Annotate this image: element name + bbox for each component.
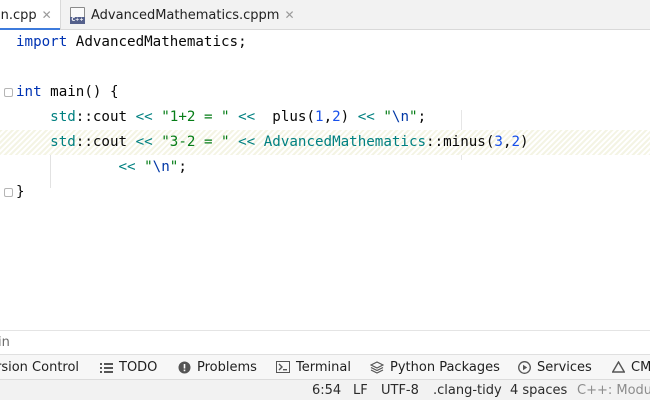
- status-bar: 6:54 LF UTF-8 .clang-tidy 4 spaces C++: …: [0, 379, 650, 400]
- scope-operator: ::: [75, 109, 93, 125]
- tab-main-cpp[interactable]: in.cpp ✕: [0, 0, 61, 31]
- paren: ): [340, 109, 350, 125]
- file-encoding[interactable]: UTF-8: [381, 380, 419, 400]
- code-line-3[interactable]: int main() {: [16, 80, 119, 105]
- close-icon[interactable]: ✕: [284, 8, 294, 22]
- tool-label: Python Packages: [390, 359, 500, 375]
- warning-icon: [612, 361, 625, 373]
- string-quote: ": [409, 109, 418, 125]
- keyword: import: [16, 34, 68, 50]
- namespace: std: [50, 134, 76, 150]
- file-icon-badge: C++: [70, 16, 85, 24]
- tool-label: Services: [537, 359, 592, 375]
- code-line-4[interactable]: std::cout << "1+2 = " << plus(1,2) << "\…: [16, 105, 426, 130]
- code-line-7[interactable]: }: [16, 180, 25, 205]
- code-text: AdvancedMathematics;: [67, 34, 247, 50]
- tool-problems[interactable]: Problems: [178, 355, 257, 379]
- operator: <<: [349, 109, 384, 125]
- function-call: plus(: [272, 109, 316, 125]
- code-editor[interactable]: import AdvancedMathematics; int main() {…: [0, 30, 650, 330]
- indent-setting[interactable]: 4 spaces: [510, 380, 567, 400]
- fold-icon[interactable]: [4, 88, 13, 97]
- line-separator[interactable]: LF: [353, 380, 368, 400]
- paren: ): [520, 134, 529, 150]
- tool-label: rsion Control: [0, 359, 80, 375]
- code-line-6[interactable]: << "\n";: [16, 155, 187, 180]
- terminal-icon: [276, 361, 290, 373]
- breadcrumb-item[interactable]: in: [0, 331, 10, 354]
- string-quote: ": [144, 159, 153, 175]
- list-icon: [100, 362, 113, 373]
- editor-tab-bar: in.cpp ✕ C++ AdvancedMathematics.cppm ✕: [0, 0, 650, 31]
- tool-services[interactable]: Services: [518, 355, 592, 379]
- identifier: cout: [92, 109, 128, 125]
- module-name: AdvancedMathematics: [263, 134, 427, 150]
- operator: <<: [229, 109, 273, 125]
- number-literal: 2: [332, 109, 341, 125]
- tool-version-control[interactable]: rsion Control: [0, 355, 79, 379]
- escape-sequence: \n: [152, 159, 170, 175]
- operator: <<: [229, 134, 264, 150]
- tab-label: in.cpp: [0, 7, 37, 23]
- closing-brace: }: [16, 184, 25, 200]
- keyword: int: [16, 84, 42, 100]
- number-literal: 2: [511, 134, 521, 150]
- tool-label: Problems: [197, 359, 257, 375]
- cpp-module-file-icon: C++: [70, 6, 85, 24]
- comma: ,: [323, 109, 333, 125]
- string-quote: ": [383, 109, 392, 125]
- string-literal: "1+2 = ": [161, 109, 230, 125]
- string-literal: "3-2 = ": [161, 134, 230, 150]
- tool-label: Terminal: [296, 359, 351, 375]
- info-icon: [178, 361, 191, 373]
- code-text: main() {: [41, 84, 119, 100]
- tool-window-bar: rsion Control TODO Problems Terminal Pyt…: [0, 354, 650, 379]
- play-icon: [518, 360, 531, 374]
- escape-sequence: \n: [391, 109, 410, 125]
- operator: <<: [118, 159, 145, 175]
- tool-label: CM: [631, 359, 650, 375]
- number-literal: 1: [315, 109, 324, 125]
- tool-todo[interactable]: TODO: [100, 355, 157, 379]
- tool-python-packages[interactable]: Python Packages: [370, 355, 500, 379]
- operator: <<: [127, 109, 162, 125]
- language-context[interactable]: C++: Module: [577, 380, 650, 400]
- tool-label: TODO: [119, 359, 158, 375]
- fold-icon[interactable]: [4, 188, 13, 197]
- clang-tidy-config[interactable]: .clang-tidy: [433, 380, 502, 400]
- semicolon: ;: [178, 159, 187, 175]
- identifier: cout: [92, 134, 128, 150]
- scope-operator: ::: [426, 134, 444, 150]
- operator: <<: [127, 134, 162, 150]
- tool-terminal[interactable]: Terminal: [276, 355, 351, 379]
- scope-operator: ::: [75, 134, 93, 150]
- layers-icon: [370, 360, 384, 374]
- code-line-1[interactable]: import AdvancedMathematics;: [16, 30, 247, 55]
- close-icon[interactable]: ✕: [42, 8, 52, 22]
- function-call: minus(: [443, 134, 495, 150]
- tab-label: AdvancedMathematics.cppm: [91, 7, 280, 23]
- tool-cmake[interactable]: CM: [612, 355, 650, 379]
- namespace: std: [50, 109, 76, 125]
- semicolon: ;: [417, 109, 427, 125]
- number-literal: 3: [494, 134, 503, 150]
- code-line-5-current[interactable]: std::cout << "3-2 = " << AdvancedMathema…: [0, 130, 650, 155]
- caret-position[interactable]: 6:54: [312, 380, 341, 400]
- editor-breadcrumb[interactable]: in: [0, 330, 650, 354]
- tab-advanced-mathematics-cppm[interactable]: C++ AdvancedMathematics.cppm ✕: [70, 0, 295, 30]
